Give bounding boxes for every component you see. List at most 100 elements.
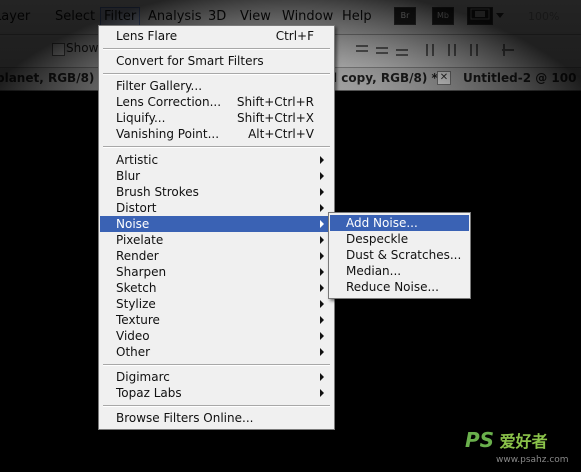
menu-filter[interactable]: Filter — [100, 7, 141, 26]
menu-item-liquify[interactable]: Liquify... Shift+Ctrl+X — [100, 110, 333, 126]
menu-item-label: Sketch — [116, 281, 157, 295]
menu-item-other[interactable]: Other — [100, 344, 333, 360]
shortcut-label: Shift+Ctrl+X — [237, 111, 314, 125]
menu-item-label: Median... — [346, 264, 402, 278]
menu-item-label: Filter Gallery... — [116, 79, 203, 93]
menu-item-label: Artistic — [116, 153, 159, 167]
submenu-arrow-icon — [320, 284, 324, 292]
menu-item-texture[interactable]: Texture — [100, 312, 333, 328]
submenu-arrow-icon — [320, 332, 324, 340]
distribute-icon[interactable] — [500, 43, 516, 57]
menu-select[interactable]: Select — [55, 9, 95, 24]
submenu-arrow-icon — [320, 188, 324, 196]
menu-item-noise[interactable]: Noise — [100, 216, 333, 232]
menu-separator — [103, 364, 330, 366]
menu-help[interactable]: Help — [342, 9, 372, 24]
menu-item-artistic[interactable]: Artistic — [100, 152, 333, 168]
menu-layer[interactable]: Layer — [0, 9, 30, 24]
align-bottom-icon[interactable] — [394, 43, 410, 57]
show-transform-checkbox[interactable] — [52, 43, 65, 56]
menu-item-sketch[interactable]: Sketch — [100, 280, 333, 296]
menu-item-label: Dust & Scratches... — [346, 248, 462, 262]
menu-item-label: Add Noise... — [346, 216, 418, 230]
submenu-arrow-icon — [320, 389, 324, 397]
close-icon[interactable]: ✕ — [437, 71, 451, 85]
watermark-text: 爱好者 — [499, 432, 548, 451]
menu-view[interactable]: View — [240, 9, 271, 24]
menu-analysis[interactable]: Analysis — [148, 9, 202, 24]
mini-bridge-button[interactable]: Mb — [432, 7, 454, 25]
menu-item-pixelate[interactable]: Pixelate — [100, 232, 333, 248]
submenu-arrow-icon — [320, 236, 324, 244]
menu-window[interactable]: Window — [282, 9, 333, 24]
align-top-icon[interactable] — [354, 43, 370, 57]
menu-item-label: Sharpen — [116, 265, 167, 279]
menu-item-label: Vanishing Point... — [116, 127, 220, 141]
menu-item-label: Stylize — [116, 297, 156, 311]
menu-item-blur[interactable]: Blur — [100, 168, 333, 184]
shortcut-label: Ctrl+F — [275, 29, 314, 43]
chevron-down-icon[interactable] — [496, 13, 504, 18]
zoom-level[interactable]: 100% — [528, 10, 559, 23]
tab-untitled-2[interactable]: Untitled-2 @ 100 — [463, 71, 576, 85]
menu-item-label: Convert for Smart Filters — [116, 54, 264, 68]
submenu-item-dust-scratches[interactable]: Dust & Scratches... — [330, 247, 469, 263]
menu-3d[interactable]: 3D — [208, 9, 226, 24]
submenu-item-despeckle[interactable]: Despeckle — [330, 231, 469, 247]
menu-item-video[interactable]: Video — [100, 328, 333, 344]
menu-item-label: Reduce Noise... — [346, 280, 439, 294]
noise-submenu: Add Noise... Despeckle Dust & Scratches.… — [328, 212, 471, 299]
watermark-logo: PS 爱好者 — [465, 428, 548, 452]
submenu-arrow-icon — [320, 156, 324, 164]
menu-item-label: Pixelate — [116, 233, 164, 247]
menu-item-render[interactable]: Render — [100, 248, 333, 264]
filter-menu: Lens Flare Ctrl+F Convert for Smart Filt… — [98, 25, 335, 430]
menu-item-digimarc[interactable]: Digimarc — [100, 369, 333, 385]
submenu-arrow-icon — [320, 348, 324, 356]
menu-item-stylize[interactable]: Stylize — [100, 296, 333, 312]
menu-item-sharpen[interactable]: Sharpen — [100, 264, 333, 280]
menu-item-label: Texture — [116, 313, 160, 327]
submenu-item-reduce-noise[interactable]: Reduce Noise... — [330, 279, 469, 295]
shortcut-label: Alt+Ctrl+V — [248, 127, 314, 141]
menu-item-label: Digimarc — [116, 370, 170, 384]
tab-copy[interactable]: l copy, RGB/8) * — [333, 71, 438, 85]
menu-item-convert-smart-filters[interactable]: Convert for Smart Filters — [100, 53, 333, 69]
menu-item-lens-correction[interactable]: Lens Correction... Shift+Ctrl+R — [100, 94, 333, 110]
menu-item-distort[interactable]: Distort — [100, 200, 333, 216]
submenu-item-add-noise[interactable]: Add Noise... — [330, 215, 469, 231]
menu-separator — [103, 73, 330, 75]
menu-item-topaz-labs[interactable]: Topaz Labs — [100, 385, 333, 401]
menu-item-label: Liquify... — [116, 111, 166, 125]
submenu-arrow-icon — [320, 268, 324, 276]
menu-item-label: Brush Strokes — [116, 185, 199, 199]
submenu-arrow-icon — [320, 373, 324, 381]
menu-item-label: Video — [116, 329, 150, 343]
menu-item-label: Lens Flare — [116, 29, 178, 43]
bridge-button[interactable]: Br — [394, 7, 416, 25]
menu-item-brush-strokes[interactable]: Brush Strokes — [100, 184, 333, 200]
submenu-arrow-icon — [320, 316, 324, 324]
align-middle-icon[interactable] — [374, 43, 390, 57]
view-extras-button[interactable] — [467, 7, 493, 25]
menu-item-label: Lens Correction... — [116, 95, 222, 109]
menu-item-last-filter[interactable]: Lens Flare Ctrl+F — [100, 28, 333, 44]
submenu-arrow-icon — [320, 172, 324, 180]
menu-item-vanishing-point[interactable]: Vanishing Point... Alt+Ctrl+V — [100, 126, 333, 142]
menu-separator — [103, 48, 330, 50]
menu-item-label: Browse Filters Online... — [116, 411, 254, 425]
menu-item-label: Render — [116, 249, 159, 263]
menu-item-label: Noise — [116, 217, 150, 231]
menu-item-label: Despeckle — [346, 232, 409, 246]
menu-item-filter-gallery[interactable]: Filter Gallery... — [100, 78, 333, 94]
tab-planet[interactable]: planet, RGB/8) — [0, 71, 94, 85]
align-left-icon[interactable] — [424, 43, 440, 57]
watermark-url: www.psahz.com — [496, 455, 569, 465]
submenu-arrow-icon — [320, 252, 324, 260]
menu-item-label: Topaz Labs — [116, 386, 182, 400]
align-right-icon[interactable] — [464, 43, 480, 57]
menu-item-browse-filters-online[interactable]: Browse Filters Online... — [100, 410, 333, 426]
shortcut-label: Shift+Ctrl+R — [236, 95, 314, 109]
align-center-icon[interactable] — [444, 43, 460, 57]
submenu-item-median[interactable]: Median... — [330, 263, 469, 279]
